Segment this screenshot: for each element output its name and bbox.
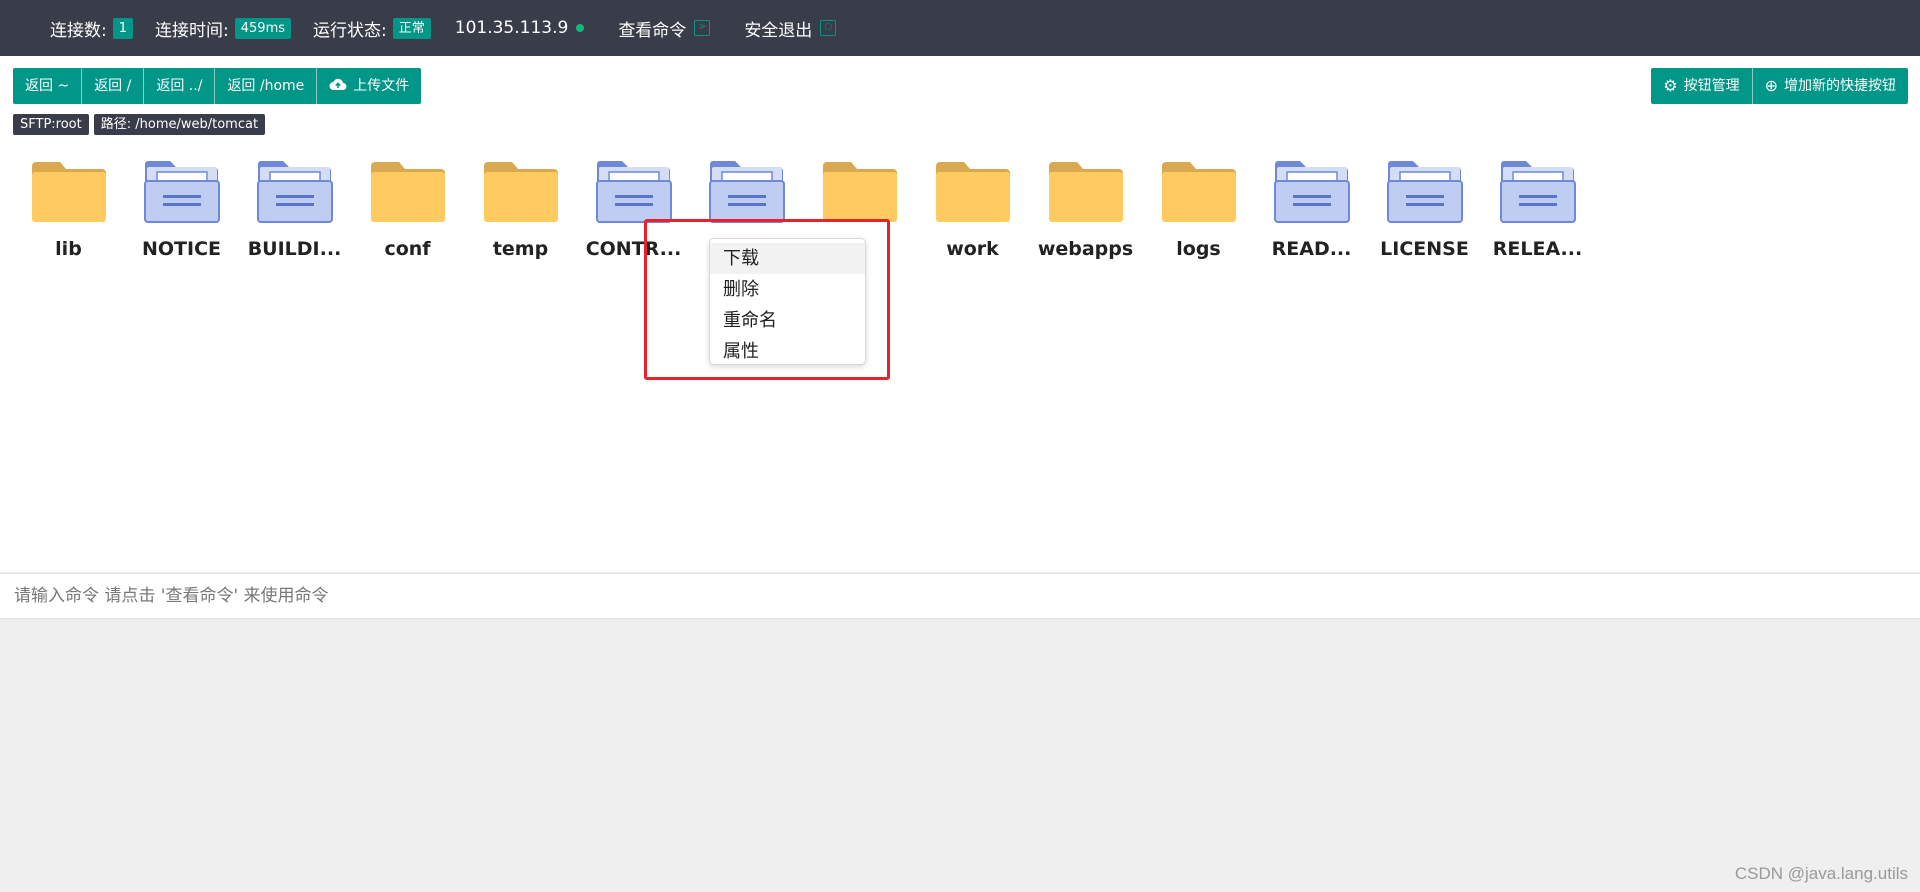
run-status-label: 运行状态:: [313, 20, 387, 41]
plus-circle-icon: ⊕: [1764, 76, 1778, 95]
document-folder-icon: [1499, 161, 1576, 223]
context-menu-rename[interactable]: 重命名: [710, 305, 865, 336]
folder-icon: [1048, 162, 1123, 222]
command-input[interactable]: [0, 574, 1920, 618]
terminal-icon: >: [694, 20, 711, 36]
run-status-stat: 运行状态: 正常: [313, 16, 431, 41]
context-menu-download[interactable]: 下载: [710, 243, 865, 274]
file-name: temp: [492, 238, 549, 260]
file-name: RELEA...: [1492, 238, 1583, 260]
current-path-tag: 路径: /home/web/tomcat: [93, 114, 266, 135]
power-icon: ○: [820, 20, 837, 36]
document-folder-icon: [1386, 161, 1463, 223]
file-name: lib: [55, 238, 82, 260]
folder-item[interactable]: conf: [351, 156, 464, 260]
back-parent-button[interactable]: 返回 ../: [144, 68, 216, 104]
sftp-user-tag: SFTP:root: [13, 114, 89, 135]
top-status-bar: 连接数: 1 连接时间: 459ms 运行状态: 正常 101.35.113.9…: [0, 0, 1920, 56]
button-manage-label: 按钮管理: [1683, 78, 1740, 94]
file-name: CONTR...: [585, 238, 682, 260]
context-menu-delete[interactable]: 删除: [710, 274, 865, 305]
folder-icon: [822, 162, 897, 222]
document-folder-icon: [595, 161, 672, 223]
folder-icon: [935, 162, 1010, 222]
connections-badge: 1: [112, 17, 134, 39]
file-name: work: [946, 238, 999, 260]
folder-icon: [31, 162, 106, 222]
cloud-upload-icon: [329, 68, 347, 104]
upload-file-button[interactable]: 上传文件: [317, 68, 422, 104]
connections-label: 连接数:: [50, 20, 107, 41]
run-status-badge: 正常: [392, 17, 431, 39]
file-item[interactable]: LICENSE: [1368, 156, 1481, 260]
document-folder-icon: [1273, 161, 1350, 223]
file-item[interactable]: BUILDI...: [238, 156, 351, 260]
command-bar: [0, 573, 1920, 619]
file-item[interactable]: CONTR...: [577, 156, 690, 260]
online-dot-icon: [576, 24, 585, 32]
back-home-tilde-button[interactable]: 返回 ~: [13, 68, 83, 104]
document-folder-icon: [708, 161, 785, 223]
file-item[interactable]: NOTICE: [125, 156, 238, 260]
context-menu-properties[interactable]: 属性: [710, 336, 865, 367]
upload-file-label: 上传文件: [353, 78, 410, 94]
csdn-watermark: CSDN @java.lang.utils: [1734, 864, 1908, 883]
file-name: logs: [1176, 238, 1221, 260]
back-root-button[interactable]: 返回 /: [82, 68, 145, 104]
add-shortcut-label: 增加新的快捷按钮: [1784, 78, 1896, 94]
gear-icon: ⚙: [1663, 76, 1678, 95]
connection-time-badge: 459ms: [234, 17, 291, 39]
document-folder-icon: [143, 161, 220, 223]
logout-button[interactable]: 安全退出 ○: [744, 16, 837, 41]
file-item[interactable]: READ...: [1255, 156, 1368, 260]
back-home-dir-button[interactable]: 返回 /home: [215, 68, 318, 104]
folder-item[interactable]: work: [916, 156, 1029, 260]
connections-stat: 连接数: 1: [50, 16, 134, 41]
file-manager-panel: 返回 ~ 返回 / 返回 ../ 返回 /home 上传文件 ⚙ 按钮管理 ⊕ …: [0, 56, 1920, 572]
file-name: conf: [384, 238, 431, 260]
file-name: NOTICE: [141, 238, 221, 260]
folder-item[interactable]: webapps: [1029, 156, 1142, 260]
shortcut-button-group: ⚙ 按钮管理 ⊕ 增加新的快捷按钮: [1651, 68, 1908, 104]
button-manage-button[interactable]: ⚙ 按钮管理: [1651, 68, 1753, 104]
file-name: webapps: [1037, 238, 1134, 260]
logout-label: 安全退出: [744, 20, 813, 41]
file-name: LICENSE: [1380, 238, 1469, 260]
server-ip-text: 101.35.113.9: [454, 18, 569, 38]
file-name: READ...: [1271, 238, 1352, 260]
server-ip: 101.35.113.9: [455, 18, 585, 38]
view-command-label: 查看命令: [618, 20, 687, 41]
folder-icon: [1161, 162, 1236, 222]
add-shortcut-button[interactable]: ⊕ 增加新的快捷按钮: [1752, 68, 1908, 104]
navigation-button-group: 返回 ~ 返回 / 返回 ../ 返回 /home 上传文件: [13, 68, 422, 104]
folder-icon: [370, 162, 445, 222]
session-tags: SFTP:root 路径: /home/web/tomcat: [13, 114, 270, 135]
folder-item[interactable]: lib: [12, 156, 125, 260]
file-item[interactable]: RELEA...: [1481, 156, 1594, 260]
folder-item[interactable]: logs: [1142, 156, 1255, 260]
context-menu: 下载 删除 重命名 属性: [709, 238, 866, 365]
folder-item[interactable]: temp: [464, 156, 577, 260]
file-name: BUILDI...: [247, 238, 342, 260]
connection-time-label: 连接时间:: [155, 20, 229, 41]
connection-time-stat: 连接时间: 459ms: [155, 16, 291, 41]
folder-icon: [483, 162, 558, 222]
document-folder-icon: [256, 161, 333, 223]
view-command-button[interactable]: 查看命令 >: [618, 16, 711, 41]
